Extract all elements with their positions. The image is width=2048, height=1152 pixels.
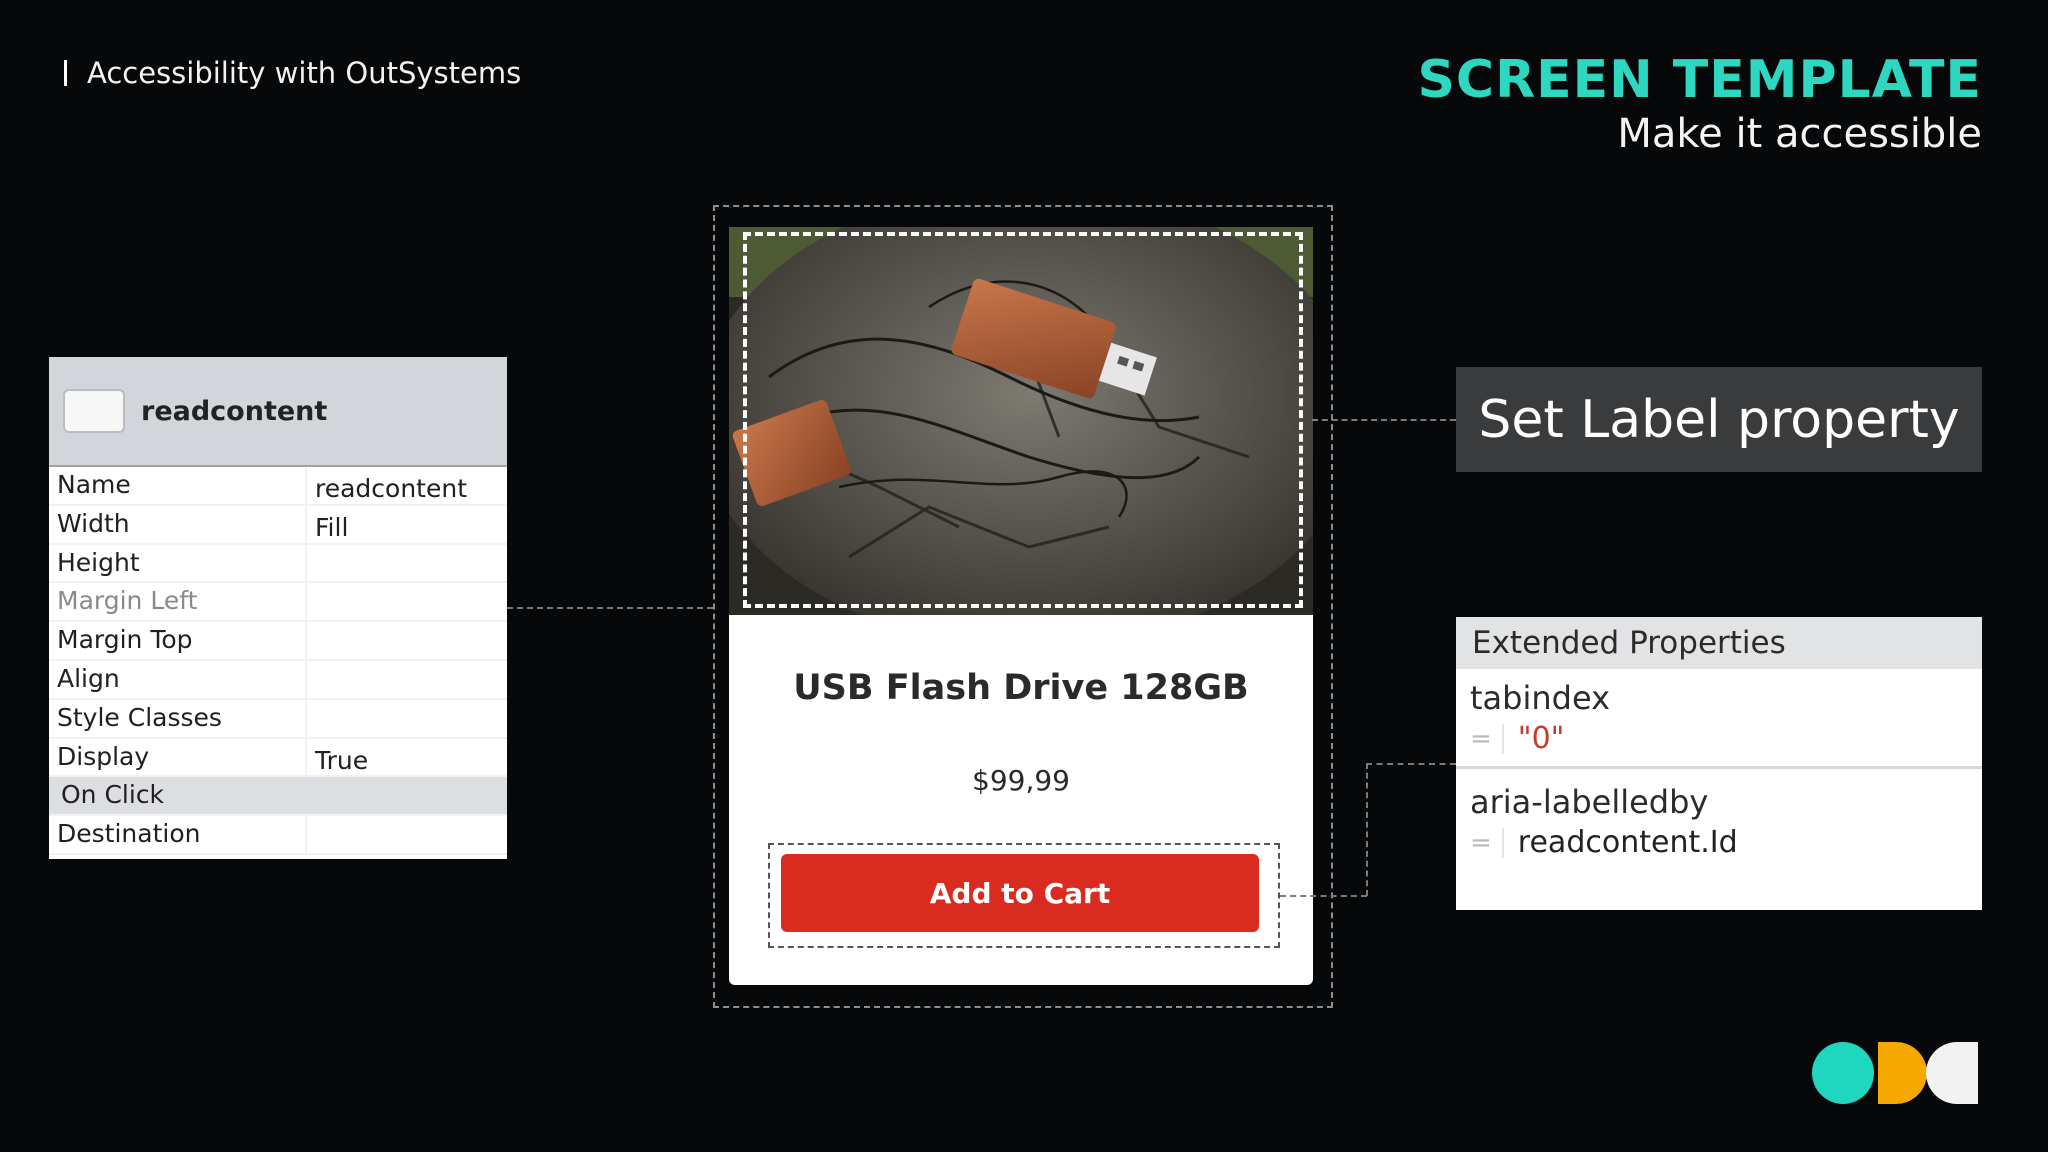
property-row-align[interactable]: Align <box>49 660 507 700</box>
property-row-style-classes[interactable]: Style Classes <box>49 699 507 739</box>
property-value[interactable] <box>307 622 507 659</box>
property-row-margin-top[interactable]: Margin Top <box>49 622 507 661</box>
widget-name: readcontent <box>141 395 328 427</box>
extended-property-value[interactable]: "0" <box>1518 721 1565 756</box>
product-title: USB Flash Drive 128GB <box>793 668 1249 708</box>
property-value[interactable] <box>307 816 507 853</box>
connector-line <box>1312 419 1456 421</box>
odc-logo-icon <box>1812 1042 1978 1104</box>
property-section-on-click[interactable]: On Click <box>49 777 507 817</box>
connector-line <box>507 607 713 609</box>
extended-property-value[interactable]: readcontent.Id <box>1518 825 1738 860</box>
image-focus-outline <box>743 232 1303 608</box>
course-title: Accessibility with OutSystems <box>64 56 521 90</box>
property-section-label: On Click <box>61 780 165 810</box>
property-row-margin-left[interactable]: Margin Left <box>49 583 507 623</box>
extended-properties-header: Extended Properties <box>1456 617 1982 669</box>
extended-properties-panel: Extended Properties tabindex = "0" aria-… <box>1456 617 1982 910</box>
property-value[interactable]: readcontent <box>307 467 507 504</box>
course-title-text: Accessibility with OutSystems <box>87 56 522 90</box>
property-key: Height <box>49 544 307 582</box>
extended-property-value-row[interactable]: = "0" <box>1470 721 1982 756</box>
property-value[interactable]: Fill <box>307 506 507 543</box>
connector-line <box>1366 763 1456 765</box>
extended-property-name[interactable]: tabindex <box>1470 679 1982 717</box>
property-value[interactable] <box>307 583 507 620</box>
property-row-height[interactable]: Height <box>49 544 507 584</box>
set-label-callout: Set Label property <box>1456 367 1982 472</box>
connector-line <box>1280 895 1367 897</box>
section-subtitle: Make it accessible <box>1617 111 1982 157</box>
container-widget-icon <box>63 389 125 433</box>
divider <box>1456 766 1982 769</box>
property-key: Margin Left <box>49 583 307 621</box>
property-key: Style Classes <box>49 699 307 737</box>
property-value[interactable] <box>307 545 507 582</box>
connector-line <box>1366 763 1368 896</box>
property-key: Width <box>49 505 307 543</box>
property-key: Display <box>49 738 307 776</box>
extended-property-value-row[interactable]: = readcontent.Id <box>1470 825 1982 860</box>
equals-sign: = <box>1470 827 1504 858</box>
title-divider <box>64 60 67 86</box>
property-value[interactable]: True <box>307 739 507 776</box>
property-key: Align <box>49 660 307 698</box>
section-title: SCREEN TEMPLATE <box>1417 50 1982 110</box>
property-row-destination[interactable]: Destination <box>49 816 507 855</box>
equals-sign: = <box>1470 723 1504 754</box>
property-row-display[interactable]: Display True <box>49 738 507 778</box>
property-row-width[interactable]: Width Fill <box>49 505 507 545</box>
odc-logo <box>1812 1041 1978 1105</box>
extended-property-name[interactable]: aria-labelledby <box>1470 783 1982 821</box>
extended-property-tabindex[interactable]: tabindex = "0" <box>1456 669 1982 756</box>
property-value <box>307 777 507 814</box>
property-row-name[interactable]: Name readcontent <box>49 467 507 506</box>
property-key: Name <box>49 467 307 504</box>
property-value[interactable] <box>307 700 507 737</box>
property-value[interactable] <box>307 661 507 698</box>
extended-property-aria-labelledby[interactable]: aria-labelledby = readcontent.Id <box>1456 783 1982 860</box>
add-to-cart-button[interactable]: Add to Cart <box>781 854 1259 932</box>
property-key: Margin Top <box>49 622 307 659</box>
product-price: $99,99 <box>972 764 1070 797</box>
properties-panel-header: readcontent <box>49 357 507 467</box>
properties-panel: readcontent Name readcontent Width Fill … <box>49 357 507 859</box>
property-key: Destination <box>49 816 307 853</box>
